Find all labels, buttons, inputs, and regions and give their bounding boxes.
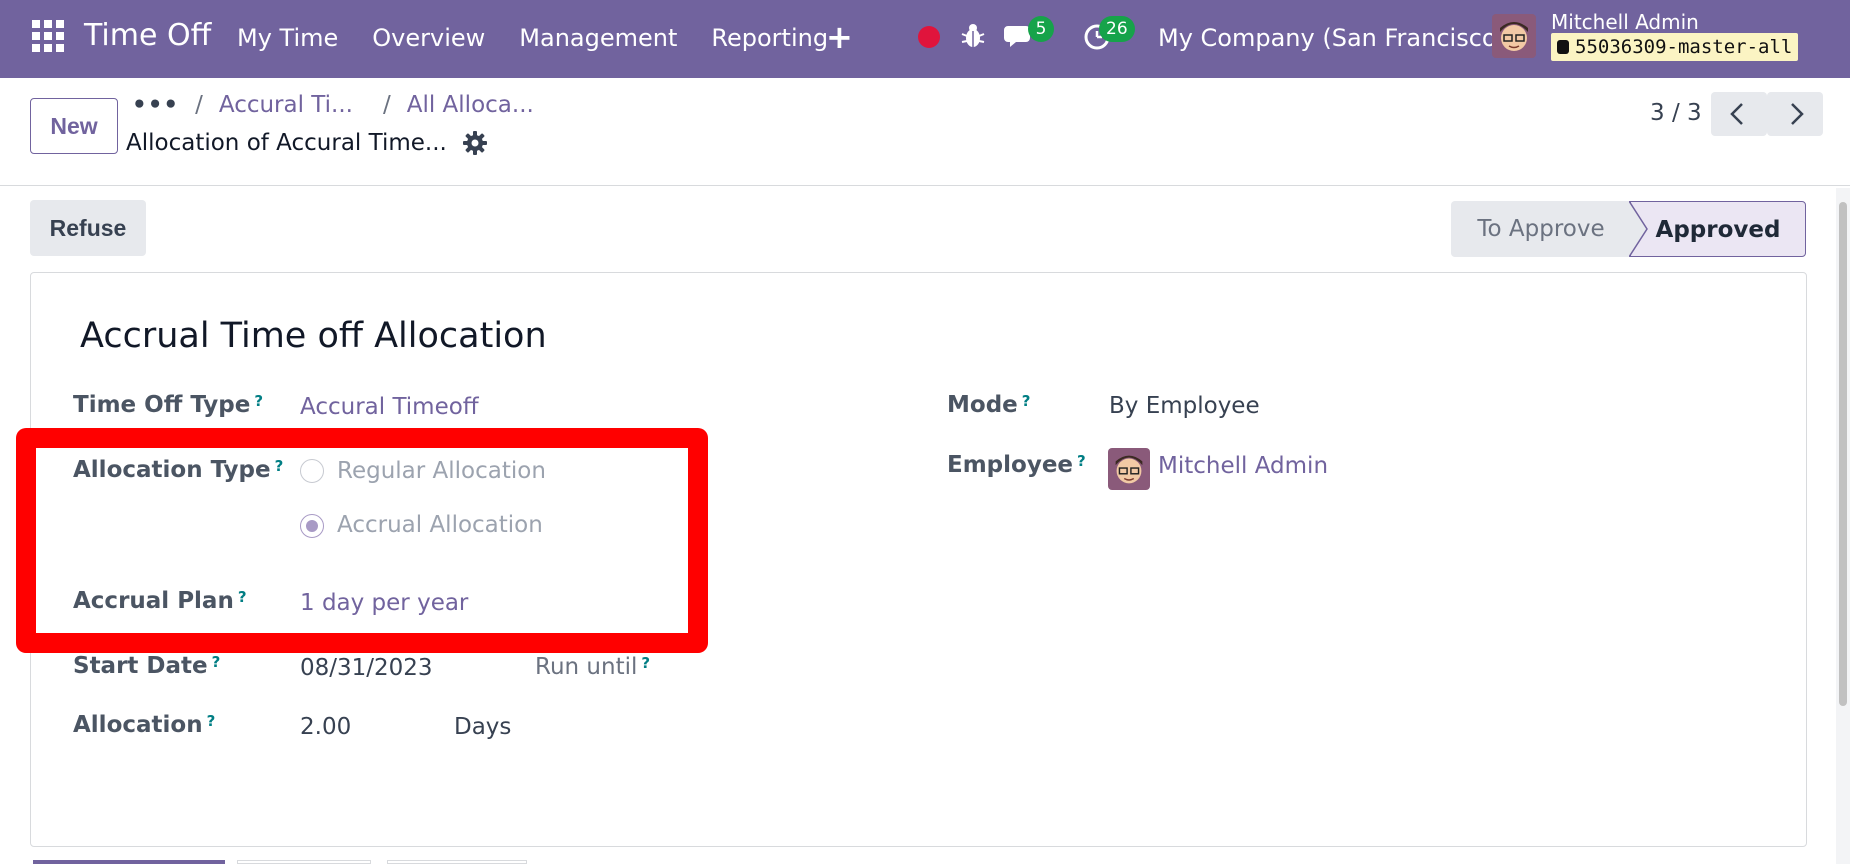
menu-management[interactable]: Management (519, 24, 677, 52)
company-switcher[interactable]: My Company (San Francisco) (1158, 24, 1506, 52)
database-name: 55036309-master-all (1575, 36, 1793, 58)
time-off-type-field[interactable]: Accural Timeoff (300, 394, 479, 420)
activities-count-badge: 26 (1099, 16, 1135, 42)
app-grid-icon[interactable] (32, 20, 64, 52)
help-tooltip-icon[interactable]: ? (238, 588, 247, 606)
pager-next-button[interactable] (1767, 92, 1823, 136)
allocation-type-label-text: Allocation Type (73, 457, 271, 483)
bottom-tab[interactable] (387, 860, 527, 864)
pager-previous-button[interactable] (1711, 92, 1767, 136)
allocation-unit: Days (454, 714, 512, 740)
breadcrumb-more-icon[interactable]: ••• (132, 92, 179, 118)
mode-label-text: Mode (947, 392, 1018, 418)
mode-field[interactable]: By Employee (1109, 393, 1260, 419)
new-button[interactable]: New (30, 98, 118, 154)
refuse-button[interactable]: Refuse (30, 200, 146, 256)
record-icon[interactable] (918, 26, 940, 48)
breadcrumb-accrual-timeoff[interactable]: Accural Ti... (219, 92, 353, 118)
radio-label-accrual[interactable]: Accrual Allocation (337, 512, 543, 538)
help-tooltip-icon[interactable]: ? (212, 653, 221, 671)
run-until-label-text: Run until (535, 654, 638, 680)
help-tooltip-icon[interactable]: ? (1077, 452, 1086, 470)
mode-label: Mode? (947, 392, 1030, 418)
database-badge: 55036309-master-all (1551, 33, 1799, 61)
breadcrumb-separator: / (195, 92, 203, 118)
allocation-days-field[interactable]: 2.00 (300, 714, 351, 740)
bottom-tab[interactable] (237, 860, 371, 864)
page-scrollbar[interactable] (1836, 188, 1850, 864)
allocation-label-text: Allocation (73, 712, 203, 738)
help-tooltip-icon[interactable]: ? (275, 457, 284, 475)
control-panel: New ••• / Accural Ti... / All Alloca... … (0, 78, 1850, 186)
radio-regular-allocation[interactable] (300, 459, 324, 483)
gear-icon[interactable] (462, 130, 488, 156)
pager-value[interactable]: 3 / 3 (1650, 100, 1702, 126)
stage-arrow (1629, 201, 1648, 257)
user-name[interactable]: Mitchell Admin (1551, 10, 1699, 34)
accrual-plan-field[interactable]: 1 day per year (300, 590, 468, 616)
bug-icon[interactable] (960, 22, 986, 50)
employee-avatar[interactable] (1108, 448, 1150, 490)
allocation-name[interactable]: Accrual Time off Allocation (80, 316, 547, 356)
plus-icon[interactable]: + (826, 18, 853, 56)
bottom-tab-active[interactable] (33, 860, 225, 864)
breadcrumb-all-allocations[interactable]: All Alloca... (407, 92, 534, 118)
top-navbar: Time Off My Time Overview Management Rep… (0, 0, 1850, 78)
allocation-label: Allocation? (73, 712, 215, 738)
menu-my-time[interactable]: My Time (237, 24, 338, 52)
accrual-plan-label: Accrual Plan? (73, 588, 247, 614)
stage-approved[interactable]: Approved (1630, 201, 1806, 257)
help-tooltip-icon[interactable]: ? (1022, 392, 1031, 410)
user-avatar[interactable] (1492, 14, 1536, 58)
app-title[interactable]: Time Off (84, 18, 211, 53)
employee-field[interactable]: Mitchell Admin (1158, 453, 1328, 479)
start-date-label: Start Date? (73, 653, 220, 679)
scrollbar-thumb[interactable] (1839, 202, 1847, 706)
form-sheet (30, 272, 1807, 847)
chevron-right-icon (1791, 103, 1804, 125)
record-title: Allocation of Accural Time... (126, 130, 447, 156)
help-tooltip-icon[interactable]: ? (254, 392, 263, 410)
messages-count-badge: 5 (1028, 16, 1054, 42)
radio-accrual-allocation[interactable] (300, 514, 324, 538)
help-tooltip-icon[interactable]: ? (641, 654, 650, 672)
help-tooltip-icon[interactable]: ? (207, 712, 216, 730)
database-icon (1557, 40, 1569, 54)
start-date-label-text: Start Date (73, 653, 208, 679)
chevron-left-icon (1730, 103, 1743, 125)
accrual-plan-label-text: Accrual Plan (73, 588, 234, 614)
employee-label: Employee? (947, 452, 1086, 478)
breadcrumb: ••• / Accural Ti... / All Alloca... (132, 92, 534, 118)
main-menu: My Time Overview Management Reporting (237, 24, 828, 52)
menu-overview[interactable]: Overview (372, 24, 485, 52)
employee-label-text: Employee (947, 452, 1074, 478)
radio-label-regular[interactable]: Regular Allocation (337, 458, 546, 484)
menu-reporting[interactable]: Reporting (711, 24, 828, 52)
allocation-type-label: Allocation Type? (73, 457, 283, 483)
breadcrumb-separator: / (382, 92, 391, 118)
run-until-label: Run until? (535, 654, 650, 680)
time-off-type-label-text: Time Off Type (73, 392, 251, 418)
start-date-field[interactable]: 08/31/2023 (300, 655, 433, 681)
stage-to-approve[interactable]: To Approve (1451, 201, 1631, 257)
time-off-type-label: Time Off Type? (73, 392, 263, 418)
